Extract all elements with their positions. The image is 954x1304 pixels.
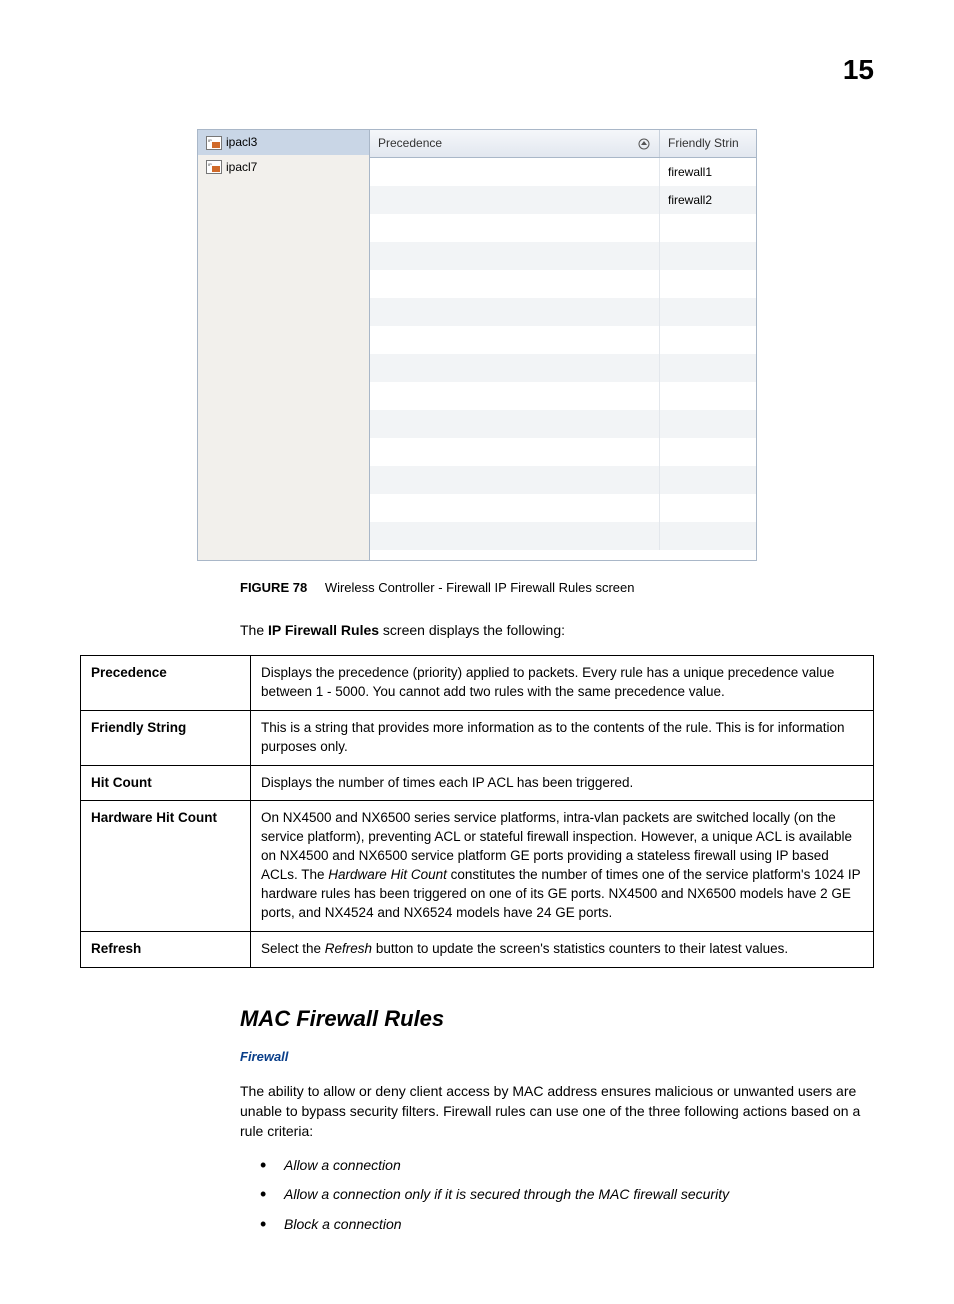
table-row	[370, 382, 756, 410]
table-row: Hit Count Displays the number of times e…	[81, 765, 874, 801]
list-item: Allow a connection	[260, 1156, 874, 1176]
cell-friendly: firewall2	[660, 186, 756, 214]
figure-caption: FIGURE 78 Wireless Controller - Firewall…	[240, 579, 874, 597]
intro-pre: The	[240, 622, 268, 638]
list-item: Allow a connection only if it is secured…	[260, 1185, 874, 1205]
bullet-list: Allow a connection Allow a connection on…	[260, 1156, 874, 1235]
term-cell: Friendly String	[81, 710, 251, 765]
figure-label: FIGURE 78	[240, 580, 307, 595]
acl-icon: IP	[206, 160, 222, 174]
desc-italic: Refresh	[325, 941, 372, 956]
acl-label: ipacl7	[226, 159, 257, 176]
acl-list-panel: IP ipacl3 IP ipacl7	[198, 130, 370, 560]
desc-pre: Select the	[261, 941, 325, 956]
cell-precedence	[370, 158, 660, 186]
table-row[interactable]: firewall1	[370, 158, 756, 186]
intro-line: The IP Firewall Rules screen displays th…	[240, 621, 874, 641]
desc-post: button to update the screen's statistics…	[372, 941, 788, 956]
table-row	[370, 466, 756, 494]
term-cell: Hardware Hit Count	[81, 801, 251, 931]
body-paragraph: The ability to allow or deny client acce…	[240, 1081, 874, 1142]
table-row	[370, 326, 756, 354]
acl-item-ipacl3[interactable]: IP ipacl3	[198, 130, 369, 155]
acl-icon: IP	[206, 136, 222, 150]
page-number: 15	[80, 50, 874, 89]
table-row	[370, 214, 756, 242]
cell-precedence	[370, 186, 660, 214]
desc-italic: Hardware Hit Count	[328, 867, 447, 882]
column-header-precedence[interactable]: Precedence	[370, 130, 660, 157]
desc-cell: Select the Refresh button to update the …	[251, 931, 874, 967]
svg-text:IP: IP	[208, 162, 212, 167]
acl-item-ipacl7[interactable]: IP ipacl7	[198, 155, 369, 180]
sort-asc-icon	[637, 137, 651, 151]
table-row	[370, 298, 756, 326]
table-row	[370, 522, 756, 550]
cell-friendly: firewall1	[660, 158, 756, 186]
description-table: Precedence Displays the precedence (prio…	[80, 655, 874, 968]
desc-cell: On NX4500 and NX6500 series service plat…	[251, 801, 874, 931]
intro-bold: IP Firewall Rules	[268, 622, 379, 638]
figure-title: Wireless Controller - Firewall IP Firewa…	[325, 580, 635, 595]
term-cell: Hit Count	[81, 765, 251, 801]
table-row	[370, 438, 756, 466]
svg-text:IP: IP	[208, 138, 212, 143]
desc-cell: Displays the precedence (priority) appli…	[251, 655, 874, 710]
column-header-friendly-string[interactable]: Friendly Strin	[660, 130, 756, 157]
table-row: Friendly String This is a string that pr…	[81, 710, 874, 765]
table-row	[370, 242, 756, 270]
column-header-label: Friendly Strin	[668, 135, 739, 152]
table-row[interactable]: firewall2	[370, 186, 756, 214]
acl-label: ipacl3	[226, 134, 257, 151]
breadcrumb-firewall-link[interactable]: Firewall	[240, 1048, 874, 1066]
intro-post: screen displays the following:	[379, 622, 565, 638]
rules-rows-area: firewall1 firewall2	[370, 158, 756, 560]
table-row	[370, 354, 756, 382]
term-cell: Refresh	[81, 931, 251, 967]
desc-cell: This is a string that provides more info…	[251, 710, 874, 765]
section-heading-mac-firewall: MAC Firewall Rules	[240, 1004, 874, 1035]
term-cell: Precedence	[81, 655, 251, 710]
table-row	[370, 410, 756, 438]
firewall-rules-screenshot: IP ipacl3 IP ipacl7 Precedence	[197, 129, 757, 561]
column-header-label: Precedence	[378, 135, 442, 152]
list-item: Block a connection	[260, 1215, 874, 1235]
table-row: Hardware Hit Count On NX4500 and NX6500 …	[81, 801, 874, 931]
desc-cell: Displays the number of times each IP ACL…	[251, 765, 874, 801]
table-row: Refresh Select the Refresh button to upd…	[81, 931, 874, 967]
table-row: Precedence Displays the precedence (prio…	[81, 655, 874, 710]
table-row	[370, 494, 756, 522]
table-row	[370, 270, 756, 298]
